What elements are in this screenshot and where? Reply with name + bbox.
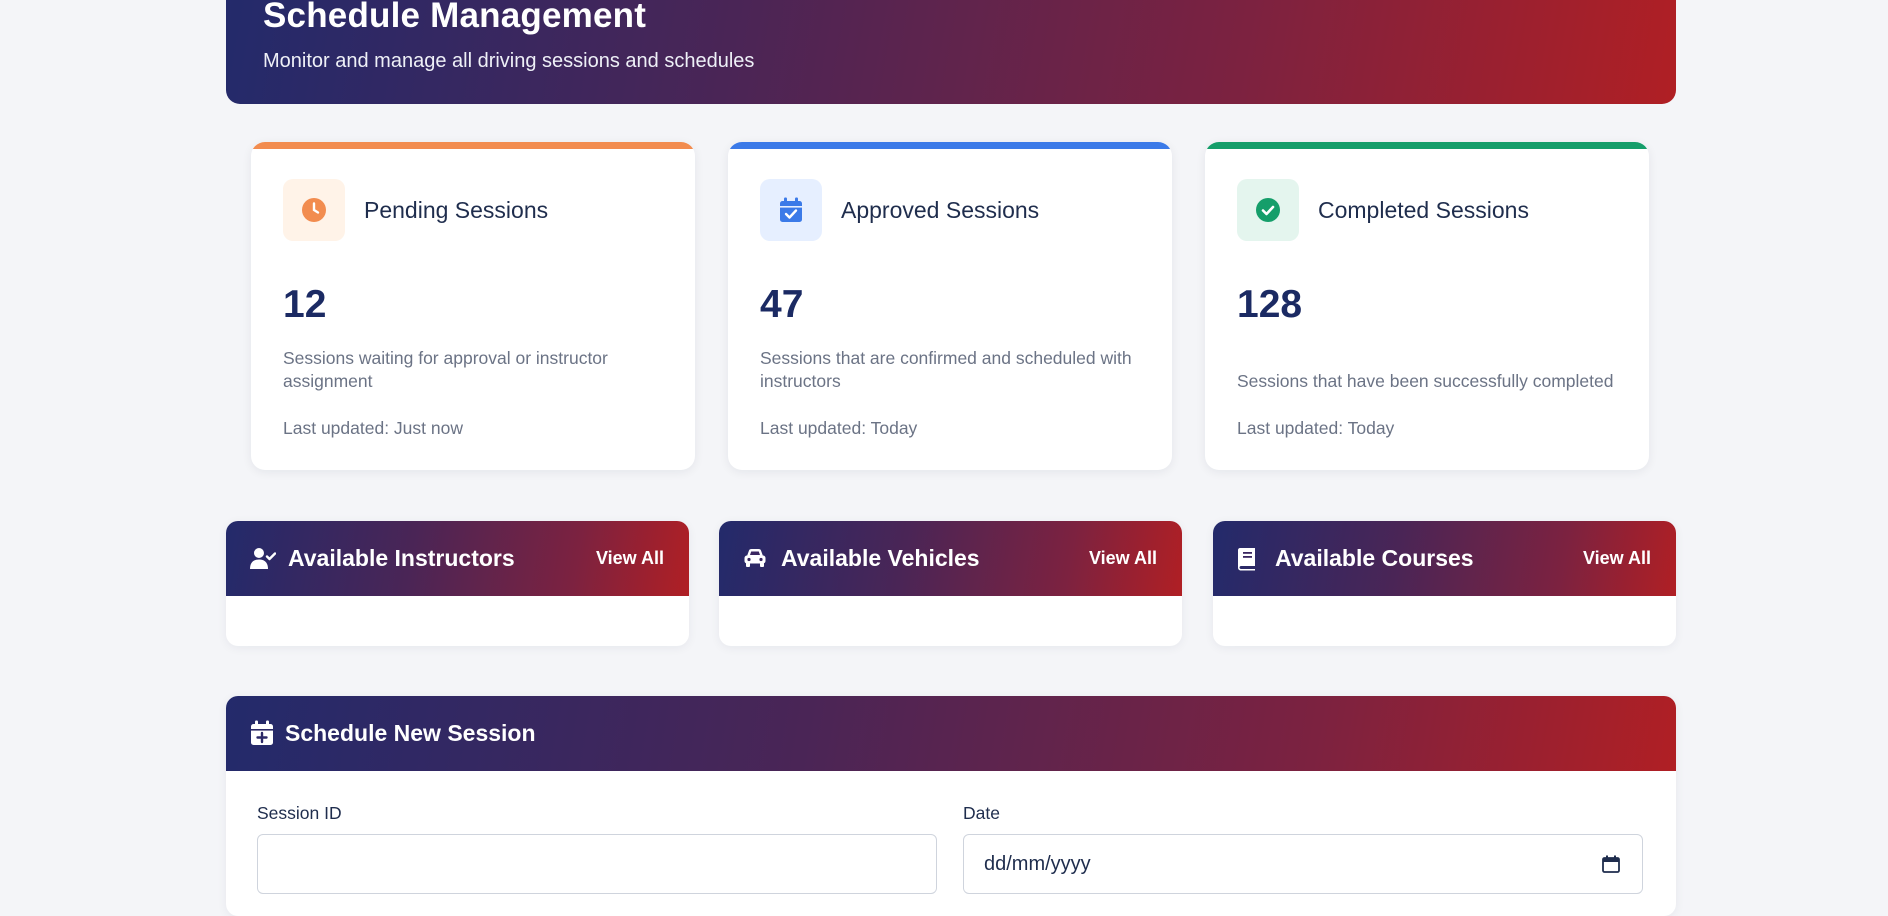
check-circle-icon bbox=[1237, 179, 1299, 241]
date-input-value: dd/mm/yyyy bbox=[984, 853, 1091, 875]
calendar-icon[interactable] bbox=[1602, 855, 1620, 873]
schedule-new-session-card: Schedule New Session Session ID Date dd/… bbox=[226, 696, 1676, 916]
stat-updated: Last updated: Today bbox=[760, 418, 918, 438]
stat-card-approved: Approved Sessions 47 Sessions that are c… bbox=[728, 142, 1172, 470]
date-label: Date bbox=[963, 803, 1000, 823]
stat-updated: Last updated: Today bbox=[1237, 418, 1395, 438]
stat-description: Sessions that are confirmed and schedule… bbox=[760, 348, 1132, 391]
stat-value: 12 bbox=[283, 283, 327, 326]
stat-card-accent-bar bbox=[251, 142, 695, 149]
card-header: Available Vehicles View All bbox=[719, 521, 1182, 596]
calendar-check-icon bbox=[760, 179, 822, 241]
card-header: Available Instructors View All bbox=[226, 521, 689, 596]
view-all-courses-link[interactable]: View All bbox=[1583, 548, 1651, 569]
card-title: Schedule New Session bbox=[285, 720, 536, 746]
page-header-banner: Schedule Management Monitor and manage a… bbox=[226, 0, 1676, 104]
car-icon bbox=[743, 547, 769, 571]
session-id-input[interactable] bbox=[257, 834, 937, 894]
date-input[interactable]: dd/mm/yyyy bbox=[963, 834, 1643, 894]
card-title: Available Instructors bbox=[288, 545, 515, 571]
stat-description: Sessions that have been successfully com… bbox=[1237, 371, 1614, 391]
stat-card-accent-bar bbox=[1205, 142, 1649, 149]
stat-title: Pending Sessions bbox=[364, 197, 549, 223]
card-header: Available Courses View All bbox=[1213, 521, 1676, 596]
calendar-plus-icon bbox=[250, 720, 274, 746]
stat-description: Sessions waiting for approval or instruc… bbox=[283, 348, 608, 391]
view-all-instructors-link[interactable]: View All bbox=[596, 548, 664, 569]
stat-updated: Last updated: Just now bbox=[283, 418, 463, 438]
stat-card-accent-bar bbox=[728, 142, 1172, 149]
available-vehicles-card: Available Vehicles View All bbox=[719, 521, 1182, 646]
user-check-icon bbox=[250, 547, 277, 571]
stat-card-pending: Pending Sessions 12 Sessions waiting for… bbox=[251, 142, 695, 470]
available-courses-card: Available Courses View All bbox=[1213, 521, 1676, 646]
card-header: Schedule New Session bbox=[226, 696, 1676, 771]
stat-value: 47 bbox=[760, 283, 804, 326]
clock-icon bbox=[283, 179, 345, 241]
available-instructors-card: Available Instructors View All bbox=[226, 521, 689, 646]
page-title: Schedule Management bbox=[263, 0, 647, 35]
card-title: Available Courses bbox=[1275, 545, 1474, 571]
page-subtitle: Monitor and manage all driving sessions … bbox=[263, 50, 755, 72]
stat-value: 128 bbox=[1237, 283, 1303, 326]
view-all-vehicles-link[interactable]: View All bbox=[1089, 548, 1157, 569]
card-title: Available Vehicles bbox=[781, 545, 980, 571]
session-id-label: Session ID bbox=[257, 803, 342, 823]
stat-title: Completed Sessions bbox=[1318, 197, 1529, 223]
stat-title: Approved Sessions bbox=[841, 197, 1040, 223]
stat-card-completed: Completed Sessions 128 Sessions that hav… bbox=[1205, 142, 1649, 470]
book-icon bbox=[1237, 547, 1263, 571]
